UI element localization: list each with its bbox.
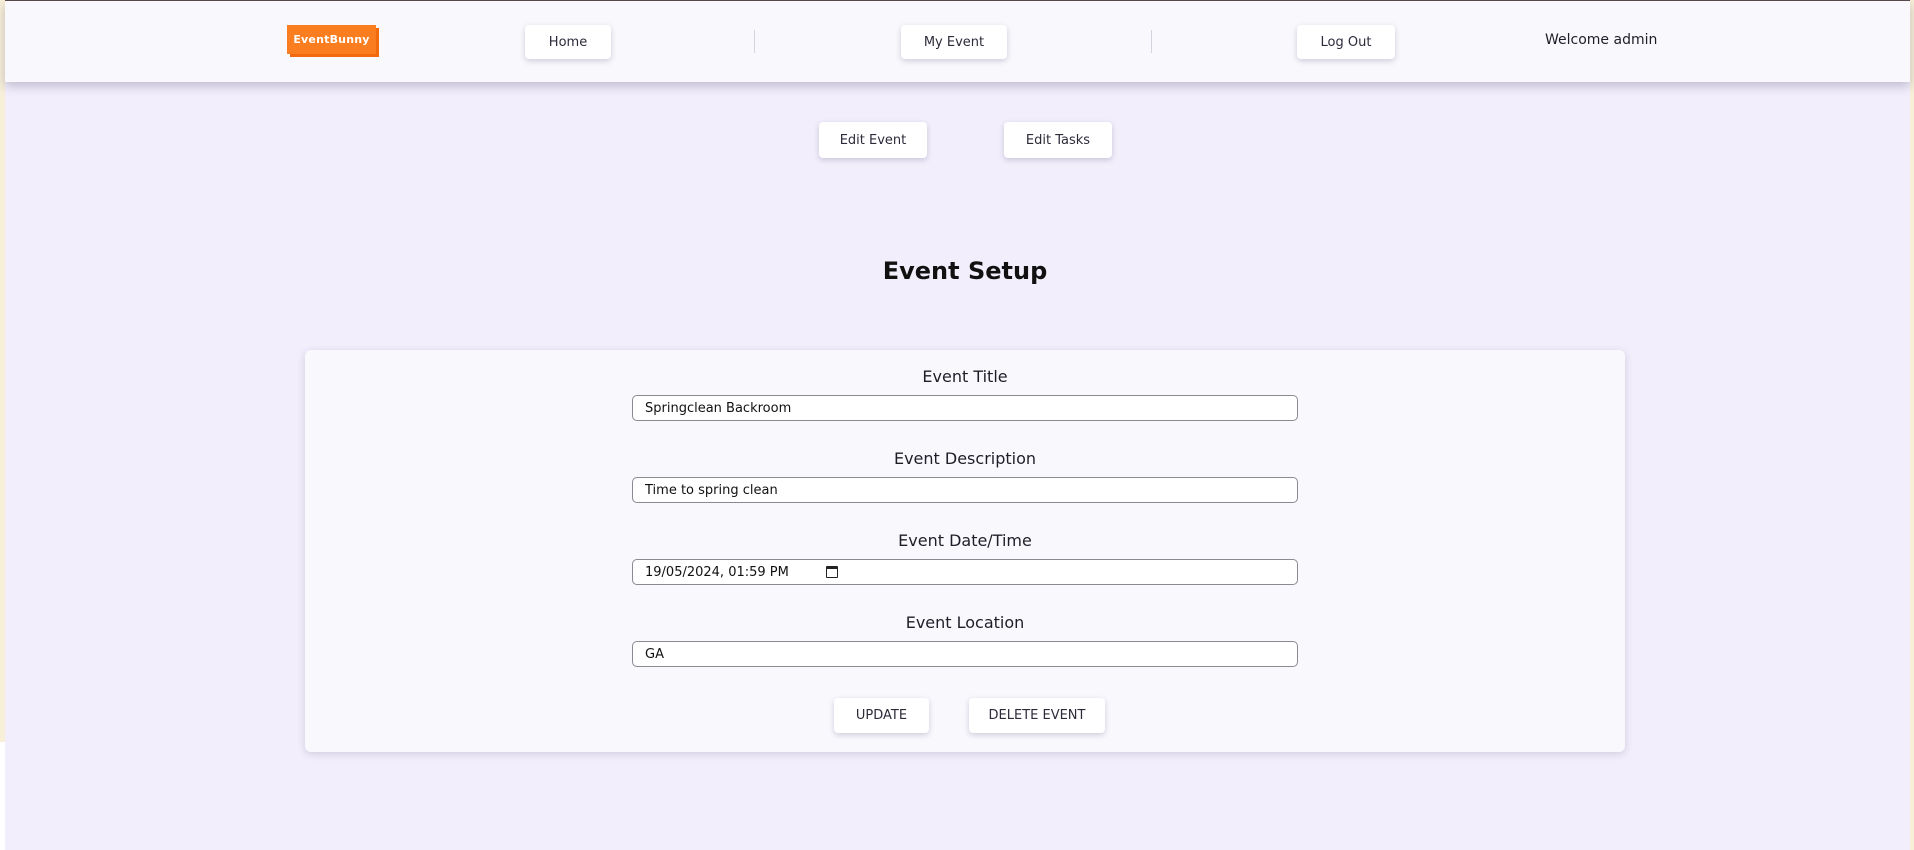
nav-divider [754,30,755,53]
update-button[interactable]: UPDATE [834,698,929,733]
logout-button[interactable]: Log Out [1297,25,1395,59]
event-location-input[interactable]: GA [632,641,1298,667]
delete-event-button[interactable]: DELETE EVENT [969,698,1105,733]
my-event-button[interactable]: My Event [901,25,1007,59]
event-setup-form: Event Title Springclean Backroom Event D… [305,350,1625,752]
event-description-input[interactable]: Time to spring clean [632,477,1298,503]
event-title-value: Springclean Backroom [645,400,792,416]
event-title-input[interactable]: Springclean Backroom [632,395,1298,421]
page: EventBunny Home My Event Log Out Welcome… [5,0,1910,850]
edit-tasks-button[interactable]: Edit Tasks [1004,122,1112,158]
event-location-label: Event Location [905,613,1025,632]
logo[interactable]: EventBunny [287,25,376,54]
event-location-value: GA [645,646,664,662]
event-datetime-label: Event Date/Time [898,531,1032,550]
event-title-label: Event Title [922,367,1008,386]
nav-divider [1151,30,1152,53]
event-description-value: Time to spring clean [645,482,778,498]
calendar-icon[interactable] [826,566,838,578]
edit-event-button[interactable]: Edit Event [819,122,927,158]
event-datetime-value: 19/05/2024, 01:59 PM [645,564,789,580]
page-title: Event Setup [882,257,1048,285]
navbar: EventBunny Home My Event Log Out Welcome… [5,1,1910,82]
event-datetime-input[interactable]: 19/05/2024, 01:59 PM [632,559,1298,585]
welcome-text: Welcome admin [1545,32,1658,48]
event-description-label: Event Description [893,449,1037,468]
left-edge-strip [0,742,5,850]
home-button[interactable]: Home [525,25,611,59]
